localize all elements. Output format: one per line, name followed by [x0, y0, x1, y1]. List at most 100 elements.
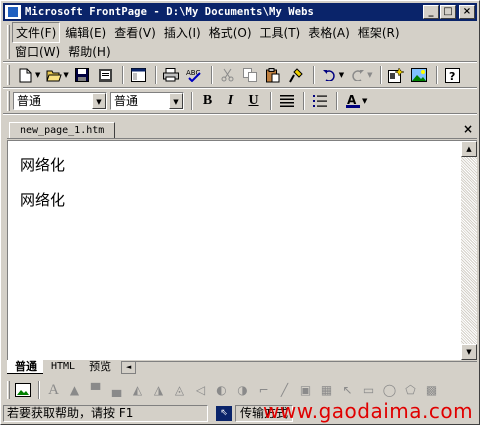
rotate-right-icon[interactable]: ◮ — [149, 381, 168, 400]
tab-html[interactable]: HTML — [43, 360, 81, 374]
title-bar: Microsoft FrontPage - D:\My Documents\My… — [3, 3, 477, 21]
flip-vertical-icon[interactable]: ◁ — [191, 381, 210, 400]
insert-picture-icon[interactable] — [13, 381, 32, 400]
toolbar-separator — [312, 66, 315, 84]
format-toolbar-grip[interactable] — [7, 91, 10, 111]
editor-text-line[interactable]: 网络化 — [20, 154, 65, 175]
close-icon[interactable]: × — [463, 122, 473, 136]
brightness-icon[interactable]: ◑ — [233, 381, 252, 400]
menu-frames[interactable]: 框架(R) — [355, 23, 403, 42]
style-select[interactable]: 普通 ▼ — [13, 92, 107, 110]
toolbar-separator — [154, 66, 157, 84]
document-tab-bar: new_page_1.htm × — [7, 120, 477, 139]
menu-view[interactable]: 查看(V) — [111, 23, 159, 42]
menu-edit[interactable]: 编辑(E) — [62, 23, 109, 42]
tab-normal[interactable]: 普通 — [7, 360, 43, 374]
tab-preview[interactable]: 预览 — [81, 360, 117, 374]
insert-component-icon[interactable] — [386, 65, 407, 85]
paste-icon[interactable] — [263, 65, 284, 85]
document-tab[interactable]: new_page_1.htm — [9, 122, 116, 138]
spelling-icon[interactable]: ABC — [184, 65, 205, 85]
menu-table[interactable]: 表格(A) — [305, 23, 353, 42]
help-icon[interactable]: ? — [442, 65, 463, 85]
toolbar-separator-line — [3, 113, 477, 115]
watermark: www.gaodaima.com — [263, 399, 474, 423]
menu-insert[interactable]: 插入(I) — [161, 23, 204, 42]
menu-tools[interactable]: 工具(T) — [257, 23, 304, 42]
circle-icon[interactable]: ◯ — [380, 381, 399, 400]
menu-file[interactable]: 文件(F) — [12, 22, 61, 43]
font-select-value: 普通 — [114, 94, 139, 108]
toolbar-separator — [336, 92, 338, 110]
bring-forward-icon[interactable]: ▄ — [107, 381, 126, 400]
text-icon[interactable]: A — [44, 381, 63, 400]
italic-icon[interactable]: I — [220, 91, 241, 111]
maximize-button[interactable]: □ — [440, 5, 456, 19]
black-white-icon[interactable]: ▣ — [296, 381, 315, 400]
new-dropdown-icon[interactable]: ▼ — [35, 71, 40, 79]
transparent-color-icon[interactable]: ╱ — [275, 381, 294, 400]
rotate-left-icon[interactable]: ◭ — [128, 381, 147, 400]
scroll-down-icon[interactable]: ▼ — [461, 344, 477, 360]
open-icon[interactable] — [43, 65, 64, 85]
publish-icon[interactable] — [95, 65, 116, 85]
minimize-button[interactable]: _ — [423, 5, 439, 19]
flip-horizontal-icon[interactable]: ◬ — [170, 381, 189, 400]
new-page-icon[interactable] — [15, 65, 36, 85]
editor-text-line[interactable]: 网络化 — [20, 189, 65, 210]
bullets-icon[interactable] — [309, 91, 330, 111]
toolbar-separator — [270, 92, 272, 110]
status-message: 若要获取帮助，请按 F1 — [3, 405, 208, 422]
undo-icon[interactable] — [319, 65, 340, 85]
auto-thumbnail-icon[interactable]: ▲ — [65, 381, 84, 400]
menu-window[interactable]: 窗口(W) — [12, 42, 63, 61]
toolbar-separator — [435, 66, 438, 84]
contrast-icon[interactable]: ◐ — [212, 381, 231, 400]
vertical-scrollbar[interactable]: ▲ ▼ — [461, 141, 477, 360]
open-dropdown-icon[interactable]: ▼ — [63, 71, 68, 79]
rectangle-icon[interactable]: ▭ — [359, 381, 378, 400]
close-button[interactable]: × — [459, 5, 475, 19]
scroll-up-icon[interactable]: ▲ — [461, 141, 477, 157]
redo-icon[interactable] — [347, 65, 368, 85]
font-select[interactable]: 普通 ▼ — [110, 92, 184, 110]
frontpage-window: Microsoft FrontPage - D:\My Documents\My… — [0, 0, 480, 425]
highlight-hotspot-icon[interactable]: ▩ — [422, 381, 441, 400]
menu-format[interactable]: 格式(O) — [206, 23, 255, 42]
menu-bar: 文件(F) 编辑(E) 查看(V) 插入(I) 格式(O) 工具(T) 表格(A… — [12, 22, 476, 61]
page-editor[interactable]: 网络化 网络化 ▲ ▼ — [7, 140, 477, 360]
connection-icon: ⇖ — [216, 406, 232, 421]
menubar-grip[interactable] — [7, 25, 10, 59]
print-icon[interactable] — [161, 65, 182, 85]
scroll-left-icon[interactable]: ◄ — [121, 361, 137, 374]
toolbar-separator — [38, 381, 40, 399]
copy-icon[interactable] — [240, 65, 261, 85]
select-icon[interactable]: ↖ — [338, 381, 357, 400]
save-icon[interactable] — [72, 65, 93, 85]
font-color-icon[interactable]: A — [342, 91, 363, 111]
bold-icon[interactable]: B — [197, 91, 218, 111]
crop-icon[interactable]: ⌐ — [254, 381, 273, 400]
horizontal-scrollbar[interactable] — [136, 361, 477, 374]
style-select-value: 普通 — [17, 94, 42, 108]
redo-dropdown-icon[interactable]: ▼ — [367, 71, 372, 79]
chevron-down-icon[interactable]: ▼ — [92, 93, 106, 109]
format-painter-icon[interactable] — [286, 65, 307, 85]
underline-icon[interactable]: U — [243, 91, 264, 111]
svg-text:?: ? — [449, 70, 455, 83]
position-icon[interactable]: ▀ — [86, 381, 105, 400]
app-icon[interactable] — [5, 5, 21, 19]
standard-toolbar-grip[interactable] — [7, 65, 10, 85]
drawing-toolbar-grip[interactable] — [7, 381, 10, 399]
align-icon[interactable] — [276, 91, 297, 111]
toolbar-separator — [303, 92, 305, 110]
chevron-down-icon[interactable]: ▼ — [169, 93, 183, 109]
image-icon[interactable] — [409, 65, 430, 85]
cut-icon[interactable] — [217, 65, 238, 85]
font-color-dropdown-icon[interactable]: ▼ — [362, 97, 367, 105]
bevel-icon[interactable]: ▦ — [317, 381, 336, 400]
folder-list-icon[interactable] — [128, 65, 149, 85]
menu-help[interactable]: 帮助(H) — [65, 42, 113, 61]
undo-dropdown-icon[interactable]: ▼ — [339, 71, 344, 79]
polygon-icon[interactable]: ⬠ — [401, 381, 420, 400]
